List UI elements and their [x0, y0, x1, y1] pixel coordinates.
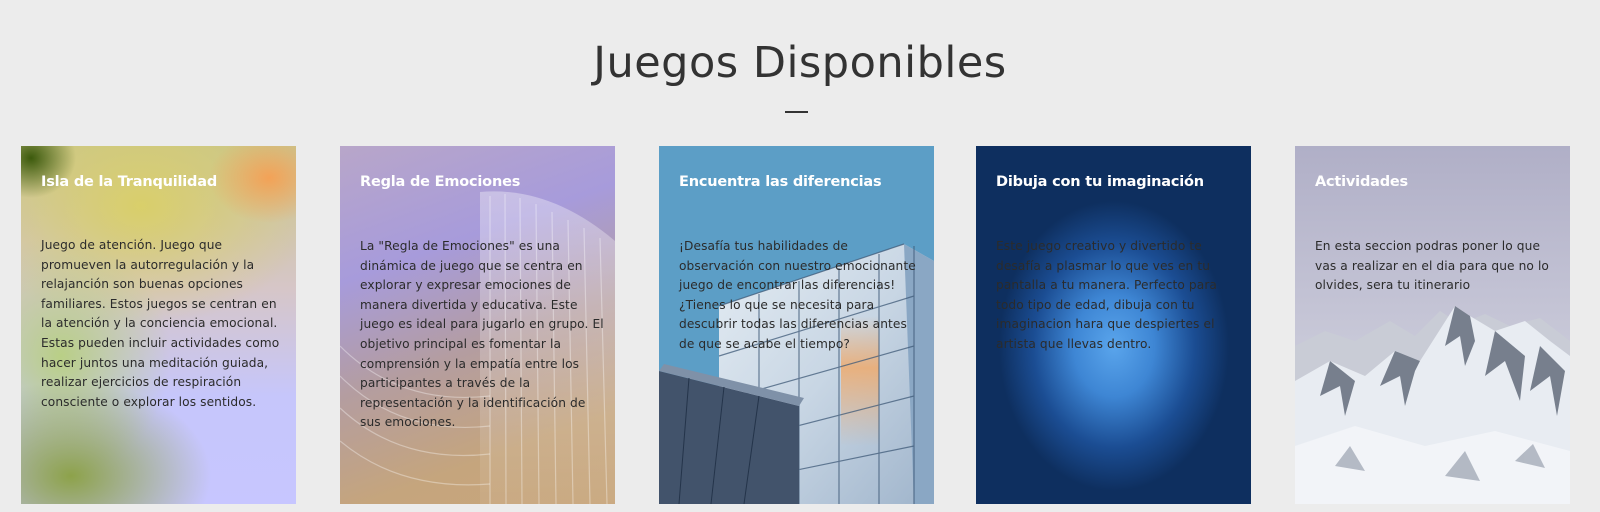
card-title: Actividades [1315, 174, 1408, 190]
card-description: En esta seccion podras poner lo que vas … [1315, 239, 1549, 293]
card-description: ¡Desafía tus habilidades de observación … [679, 239, 916, 351]
card-description: La "Regla de Emociones" es una dinámica … [360, 239, 604, 430]
card-description: Juego de atención. Juego que promueven l… [41, 238, 280, 409]
card-title: Encuentra las diferencias [679, 174, 882, 190]
mountain-image [1295, 146, 1570, 504]
game-card-encuentra-diferencias[interactable]: Encuentra las diferencias ¡Desafía tus h… [659, 146, 934, 504]
title-divider [785, 111, 808, 113]
game-card-dibuja-imaginacion[interactable]: Dibuja con tu imaginación Este juego cre… [976, 146, 1251, 504]
game-card-regla-emociones[interactable]: Regla de Emociones La "Regla de Emocione… [340, 146, 615, 504]
card-title: Regla de Emociones [360, 174, 521, 190]
card-description: Este juego creativo y divertido te desaf… [996, 239, 1218, 351]
card-title: Dibuja con tu imaginación [996, 174, 1204, 190]
game-card-isla-tranquilidad[interactable]: Isla de la Tranquilidad Juego de atenció… [21, 146, 296, 504]
card-title: Isla de la Tranquilidad [41, 174, 218, 190]
section-title: Juegos Disponibles [593, 38, 1007, 88]
game-card-actividades[interactable]: Actividades En esta seccion podras poner… [1295, 146, 1570, 504]
